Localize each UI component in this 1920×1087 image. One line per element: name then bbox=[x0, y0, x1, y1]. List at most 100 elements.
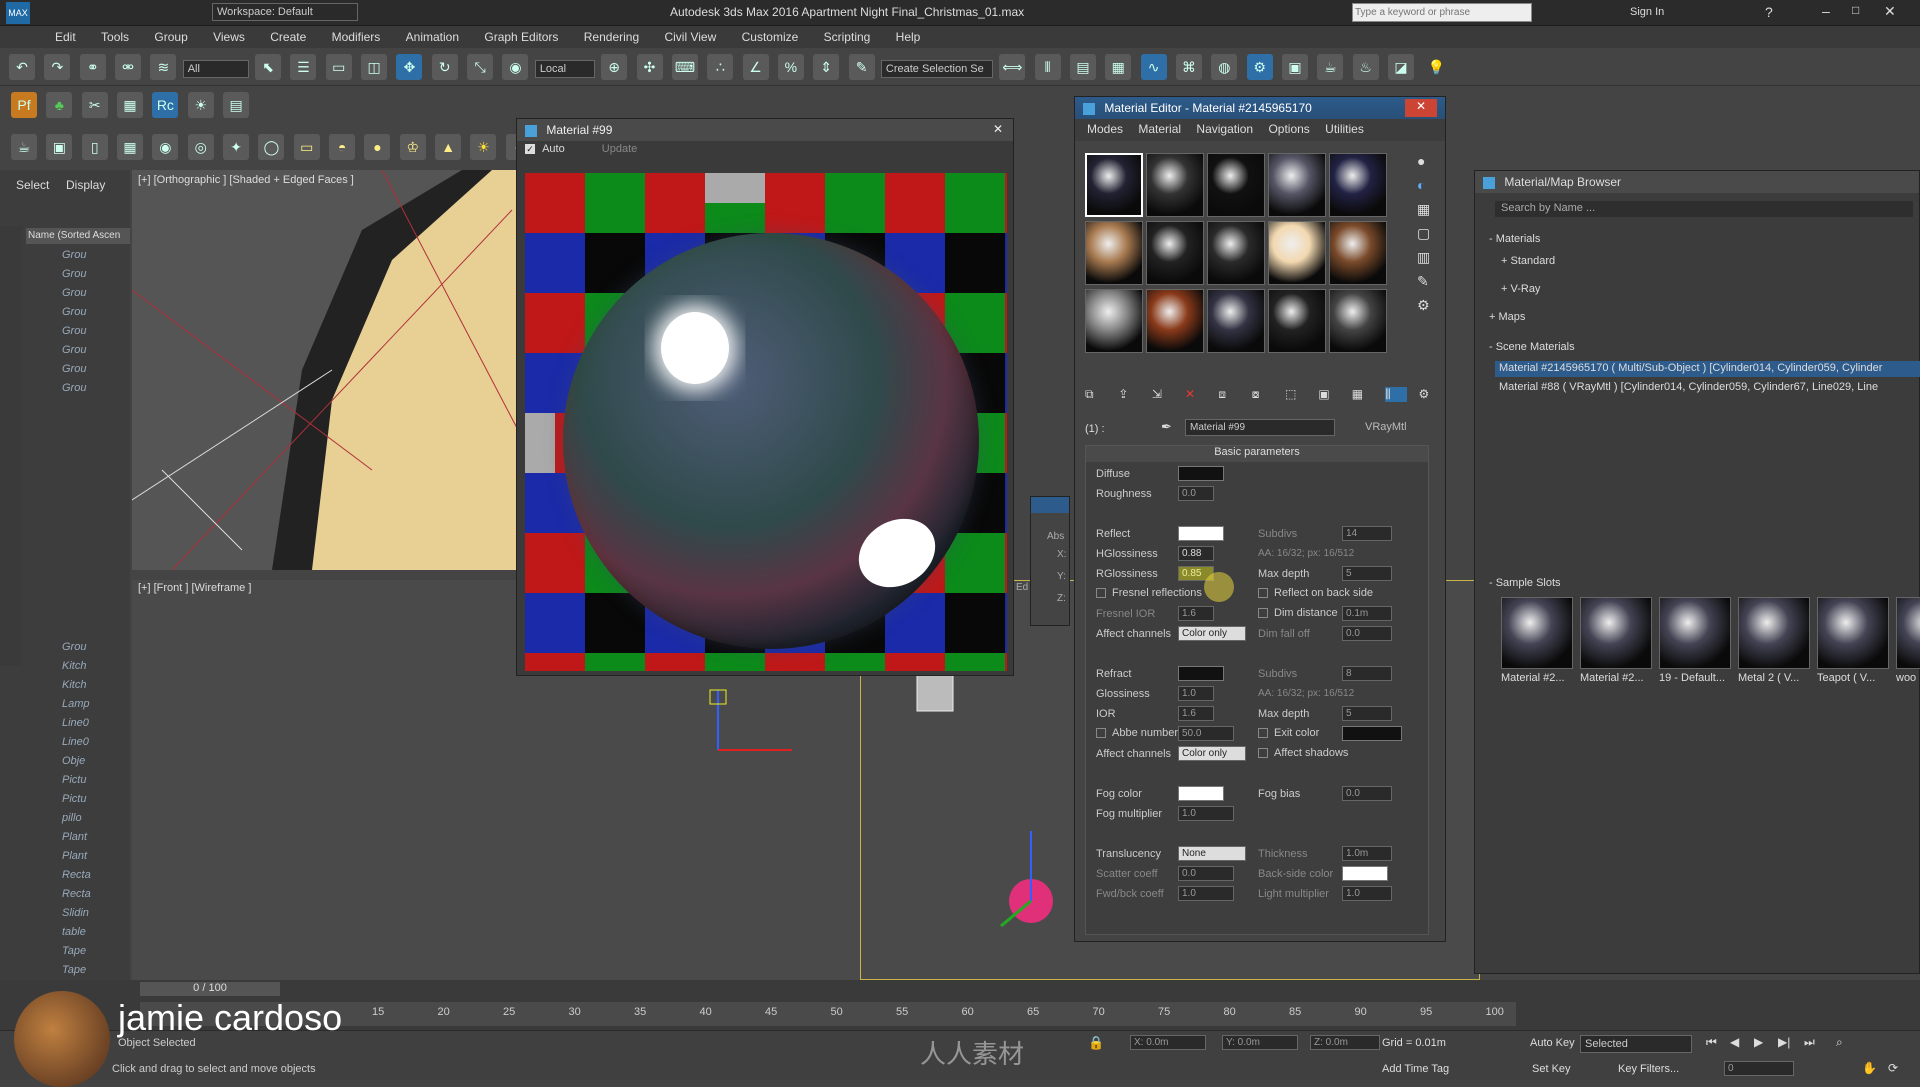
menu-graph-editors[interactable]: Graph Editors bbox=[473, 26, 569, 44]
list-item[interactable]: pillo bbox=[0, 809, 122, 828]
workspace-dropdown[interactable]: Workspace: Default bbox=[212, 3, 358, 21]
list-item[interactable]: Plant bbox=[0, 847, 122, 866]
spinner-snap-icon[interactable]: ⇕ bbox=[813, 54, 840, 80]
track-bar[interactable]: 15 20 25 30 35 40 45 50 55 60 65 70 75 80 85 90 95 100 bbox=[140, 1002, 1516, 1026]
uv-tiling-icon[interactable]: ▢ bbox=[1417, 225, 1430, 242]
menu-navigation[interactable]: Navigation bbox=[1190, 119, 1259, 139]
selection-filter-dropdown[interactable]: All bbox=[182, 59, 249, 78]
list-item[interactable]: Grou bbox=[0, 284, 122, 303]
ies-icon[interactable]: ▲ bbox=[435, 134, 462, 160]
keyboard-shortcut-icon[interactable]: ⌨ bbox=[671, 54, 698, 80]
render-icon[interactable]: ☕ bbox=[1317, 54, 1344, 80]
list-item[interactable]: Tape bbox=[0, 942, 122, 961]
menu-scripting[interactable]: Scripting bbox=[813, 26, 882, 44]
schematic-view-icon[interactable]: ⌘ bbox=[1175, 54, 1202, 80]
subdivs-field[interactable]: 14 bbox=[1342, 526, 1392, 541]
table-icon[interactable]: ▤ bbox=[223, 92, 250, 118]
tools-icon[interactable]: ✂ bbox=[81, 92, 108, 118]
dim-distance-field[interactable]: 0.1m bbox=[1342, 606, 1392, 621]
list-item[interactable]: table bbox=[0, 923, 122, 942]
list-item[interactable]: Line0 bbox=[0, 714, 122, 733]
render-iterative-icon[interactable]: ♨ bbox=[1352, 54, 1379, 80]
move-icon[interactable]: ✥ bbox=[396, 54, 423, 80]
ribbon-icon[interactable]: ▦ bbox=[1105, 54, 1132, 80]
material-id-icon[interactable]: ▣ bbox=[1318, 387, 1340, 401]
scatter-field[interactable]: 0.0 bbox=[1178, 866, 1234, 881]
rendered-frame-icon[interactable]: ▣ bbox=[1282, 54, 1308, 80]
menu-modifiers[interactable]: Modifiers bbox=[321, 26, 392, 44]
max-logo[interactable]: MAX bbox=[6, 2, 30, 24]
sphere-light-icon[interactable]: ● bbox=[364, 134, 391, 160]
fwd-field[interactable]: 1.0 bbox=[1178, 886, 1234, 901]
manipulate-icon[interactable]: ✣ bbox=[636, 54, 663, 80]
unlink-icon[interactable]: ⚮ bbox=[115, 54, 142, 80]
menu-civil-view[interactable]: Civil View bbox=[653, 26, 727, 44]
list-item[interactable]: Tape bbox=[0, 961, 122, 980]
next-frame-icon[interactable]: ▶| bbox=[1778, 1035, 1790, 1049]
tree-icon[interactable]: ♣ bbox=[46, 92, 73, 118]
light-icon[interactable]: ◉ bbox=[152, 134, 179, 160]
copy-material-icon[interactable]: ⧈ bbox=[1218, 387, 1240, 402]
plane-icon[interactable]: ▦ bbox=[117, 134, 144, 160]
window-crossing-icon[interactable]: ◫ bbox=[361, 54, 388, 80]
pan-icon[interactable]: ✋ bbox=[1862, 1061, 1877, 1075]
list-item[interactable]: Grou bbox=[0, 322, 122, 341]
camera-icon[interactable]: ◎ bbox=[187, 134, 214, 160]
dim-falloff-field[interactable]: 0.0 bbox=[1342, 626, 1392, 641]
prev-frame-icon[interactable]: ◀ bbox=[1730, 1035, 1739, 1049]
rc-icon[interactable]: Rc bbox=[152, 92, 179, 118]
place-icon[interactable]: ◉ bbox=[502, 54, 529, 80]
close-icon[interactable]: ✕ bbox=[1884, 3, 1896, 20]
scale-icon[interactable]: ⤡ bbox=[467, 54, 494, 80]
play-icon[interactable]: ▶ bbox=[1754, 1035, 1763, 1049]
named-selection-dropdown[interactable]: Create Selection Se bbox=[880, 59, 993, 78]
undo-icon[interactable]: ↶ bbox=[9, 54, 35, 80]
add-time-tag[interactable]: Add Time Tag bbox=[1382, 1063, 1449, 1075]
make-unique-icon[interactable]: ⧇ bbox=[1252, 387, 1274, 402]
scene-material-2[interactable]: Material #88 ( VRayMtl ) [Cylinder014, C… bbox=[1499, 381, 1878, 393]
list-item[interactable]: Plant bbox=[0, 828, 122, 847]
material-editor-icon[interactable]: ◍ bbox=[1211, 54, 1238, 80]
material-sample-slot[interactable] bbox=[1146, 289, 1204, 353]
mesh-light-icon[interactable]: ♔ bbox=[399, 134, 426, 160]
make-preview-icon[interactable]: ✎ bbox=[1417, 273, 1429, 290]
material-sample-slot[interactable] bbox=[1207, 221, 1265, 285]
cylinder-icon[interactable]: ▯ bbox=[81, 134, 108, 160]
list-item[interactable]: Grou bbox=[0, 265, 122, 284]
show-map-icon[interactable]: ▦ bbox=[1352, 387, 1374, 401]
put-to-library-icon[interactable]: ⬚ bbox=[1285, 387, 1307, 401]
list-item[interactable]: Slidin bbox=[0, 904, 122, 923]
set-key-button[interactable]: Set Key bbox=[1532, 1063, 1571, 1075]
backside-swatch[interactable] bbox=[1342, 866, 1388, 881]
eyedropper-icon[interactable]: ✒ bbox=[1161, 419, 1172, 435]
maximize-icon[interactable]: □ bbox=[1852, 3, 1859, 17]
maps-group[interactable]: + Maps bbox=[1489, 311, 1525, 323]
x-coordinate[interactable]: X: 0.0m bbox=[1130, 1035, 1206, 1050]
assign-material-icon[interactable]: ⇲ bbox=[1152, 387, 1174, 401]
search-input[interactable] bbox=[1352, 3, 1532, 22]
scene-material-1[interactable]: Material #2145965170 ( Multi/Sub-Object … bbox=[1499, 362, 1882, 374]
show-end-result-icon[interactable]: ⫼ bbox=[1385, 387, 1408, 402]
backlight-icon[interactable]: ◐ bbox=[1417, 177, 1425, 193]
teapot-icon[interactable]: ☕ bbox=[11, 134, 37, 160]
rollout-header[interactable]: Basic parameters bbox=[1086, 446, 1428, 462]
refract-swatch[interactable] bbox=[1178, 666, 1224, 681]
select-object-icon[interactable]: ⬉ bbox=[255, 54, 282, 80]
background-icon[interactable]: ▦ bbox=[1417, 201, 1430, 218]
list-item[interactable]: Grou bbox=[0, 246, 122, 265]
material-sample-slot[interactable] bbox=[1268, 289, 1326, 353]
materials-group[interactable]: - Materials bbox=[1489, 233, 1540, 245]
edit-named-sel-icon[interactable]: ✎ bbox=[848, 54, 875, 80]
menu-utilities[interactable]: Utilities bbox=[1319, 119, 1370, 139]
material-sample-slot[interactable] bbox=[1207, 153, 1265, 217]
list-item[interactable]: Obje bbox=[0, 752, 122, 771]
menu-animation[interactable]: Animation bbox=[395, 26, 470, 44]
grid-icon[interactable]: ▦ bbox=[117, 92, 144, 118]
lock-icon[interactable]: 🔒 bbox=[1088, 1035, 1104, 1051]
update-button[interactable]: Update bbox=[602, 143, 637, 155]
menu-material[interactable]: Material bbox=[1132, 119, 1187, 139]
sign-in-link[interactable]: Sign In bbox=[1630, 6, 1664, 18]
list-item[interactable]: Pictu bbox=[0, 771, 122, 790]
z-coordinate[interactable]: Z: 0.0m bbox=[1310, 1035, 1380, 1050]
list-item[interactable]: Grou bbox=[0, 341, 122, 360]
